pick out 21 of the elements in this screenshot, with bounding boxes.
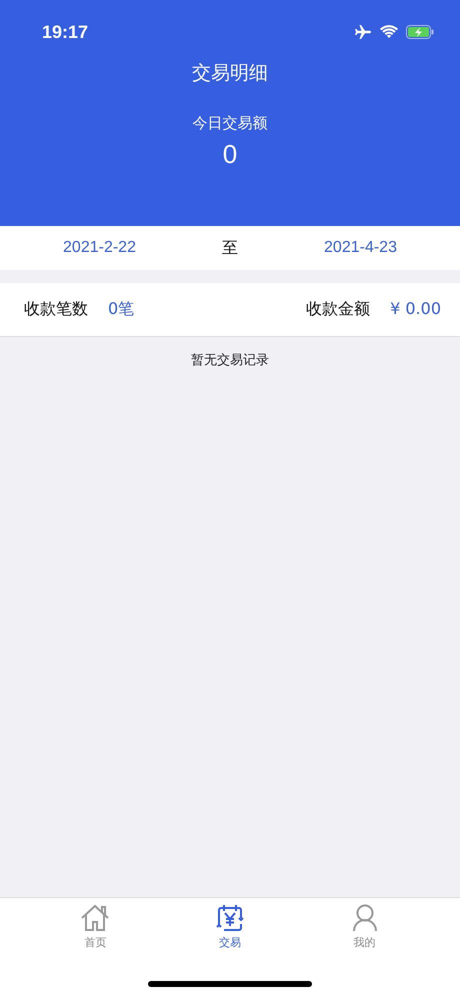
amount-label: 收款金额 <box>306 299 370 320</box>
wifi-icon <box>380 25 398 39</box>
tab-item[interactable]: 我的 <box>334 904 395 950</box>
count-value: 0笔 <box>108 299 134 320</box>
start-date[interactable]: 2021-2-22 <box>63 239 136 257</box>
today-amount: 0 <box>222 139 238 170</box>
battery-charging-icon <box>406 25 434 39</box>
empty-message: 暂无交易记录 <box>191 352 269 370</box>
tab-item[interactable]: 交易 <box>200 904 260 950</box>
tab-item[interactable]: 首页 <box>65 904 126 950</box>
end-date[interactable]: 2021-4-23 <box>324 239 397 257</box>
date-separator: 至 <box>222 238 238 258</box>
status-time: 19:17 <box>42 22 88 42</box>
house-icon <box>80 904 110 932</box>
person-icon <box>352 904 378 932</box>
page-title: 交易明细 <box>192 61 268 86</box>
amount-value: ¥ 0.00 <box>390 299 441 320</box>
calendar-yen-icon <box>216 904 244 932</box>
count-label: 收款笔数 <box>24 299 88 320</box>
today-label: 今日交易额 <box>192 114 268 133</box>
airplane-icon <box>354 24 372 40</box>
